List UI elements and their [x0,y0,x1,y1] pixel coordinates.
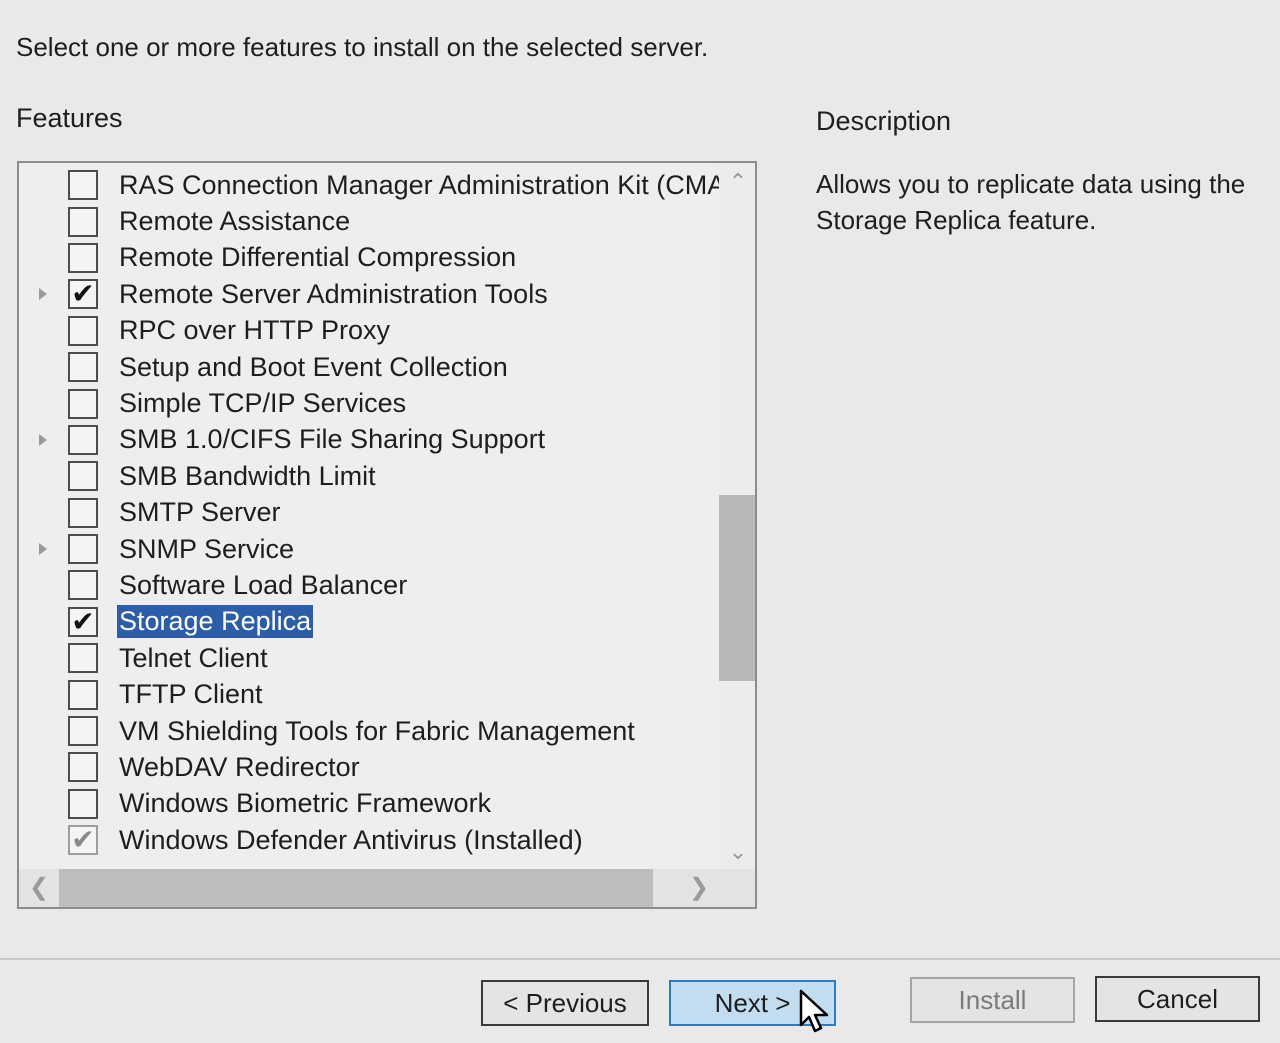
feature-checkbox[interactable] [68,788,98,819]
chevron-down-icon[interactable]: ⌄ [719,839,755,865]
feature-label[interactable]: VM Shielding Tools for Fabric Management [117,715,637,748]
horizontal-scrollbar[interactable]: ❮ ❯ [19,869,755,907]
feature-label[interactable]: Storage Replica [117,605,314,639]
mouse-pointer-icon [799,989,829,1033]
expand-triangle-icon[interactable] [39,288,47,301]
feature-label[interactable]: TFTP Client [117,678,265,711]
feature-label[interactable]: SMB 1.0/CIFS File Sharing Support [117,423,547,456]
feature-label[interactable]: Telnet Client [117,642,270,675]
feature-row[interactable]: Software Load Balancer [19,567,719,603]
feature-row[interactable]: VM Shielding Tools for Fabric Management [19,713,719,749]
feature-label[interactable]: Remote Server Administration Tools [117,278,550,311]
feature-row[interactable]: RPC over HTTP Proxy [19,313,719,349]
feature-row[interactable]: Simple TCP/IP Services [19,385,719,421]
feature-row[interactable]: SNMP Service [19,531,719,567]
feature-checkbox[interactable] [68,170,98,201]
description-text: Allows you to replicate data using the S… [816,169,1246,235]
feature-label[interactable]: WebDAV Redirector [117,751,362,784]
vertical-scrollbar[interactable]: ⌃ ⌄ [719,163,755,869]
feature-label[interactable]: Windows Biometric Framework [117,787,493,820]
feature-row[interactable]: SMTP Server [19,495,719,531]
feature-row[interactable]: SMB 1.0/CIFS File Sharing Support [19,422,719,458]
feature-checkbox[interactable] [68,242,98,273]
feature-checkbox[interactable] [68,534,98,565]
feature-row[interactable]: ✔ Storage Replica [19,604,719,640]
description-heading: Description [816,106,952,136]
chevron-up-icon[interactable]: ⌃ [719,169,755,195]
feature-row[interactable]: Setup and Boot Event Collection [19,349,719,385]
feature-checkbox[interactable]: ✔ [68,825,98,856]
feature-checkbox[interactable] [68,752,98,783]
feature-checkbox[interactable] [68,643,98,674]
features-heading: Features [16,103,123,133]
feature-checkbox[interactable] [68,206,98,237]
feature-row[interactable]: Windows Biometric Framework [19,786,719,822]
feature-checkbox[interactable] [68,716,98,747]
feature-row[interactable]: WebDAV Redirector [19,749,719,785]
feature-label[interactable]: SNMP Service [117,533,296,566]
feature-checkbox[interactable]: ✔ [68,606,98,637]
feature-label[interactable]: Simple TCP/IP Services [117,387,408,420]
feature-label[interactable]: Setup and Boot Event Collection [117,351,510,384]
feature-label[interactable]: SMB Bandwidth Limit [117,460,378,493]
feature-checkbox[interactable] [68,424,98,455]
feature-label[interactable]: Windows Defender Antivirus (Installed) [117,824,585,857]
expand-triangle-icon[interactable] [39,543,47,556]
install-button[interactable]: Install [910,977,1075,1023]
horizontal-scroll-thumb[interactable] [59,869,653,907]
vertical-scroll-thumb[interactable] [719,495,755,681]
feature-row[interactable]: RAS Connection Manager Administration Ki… [19,167,725,203]
feature-label[interactable]: SMTP Server [117,496,283,529]
features-list[interactable]: RAS Connection Manager Administration Ki… [17,161,757,909]
feature-label[interactable]: RAS Connection Manager Administration Ki… [117,169,727,202]
feature-label[interactable]: Software Load Balancer [117,569,409,602]
expand-triangle-icon[interactable] [39,433,47,446]
feature-row[interactable]: Telnet Client [19,640,719,676]
feature-row[interactable]: ✔ Windows Defender Antivirus (Installed) [19,822,719,858]
feature-row[interactable]: TFTP Client [19,676,719,712]
feature-row[interactable]: SMB Bandwidth Limit [19,458,719,494]
feature-checkbox[interactable] [68,315,98,346]
feature-checkbox[interactable] [68,388,98,419]
features-list-rows: RAS Connection Manager Administration Ki… [19,167,725,858]
footer-divider [0,958,1280,960]
chevron-left-icon[interactable]: ❮ [29,873,49,902]
feature-checkbox[interactable] [68,461,98,492]
feature-checkbox[interactable] [68,352,98,383]
feature-label[interactable]: Remote Assistance [117,205,352,238]
feature-checkbox[interactable] [68,497,98,528]
cancel-button[interactable]: Cancel [1095,976,1260,1022]
feature-label[interactable]: Remote Differential Compression [117,241,518,274]
previous-button[interactable]: < Previous [481,980,649,1026]
feature-row[interactable]: Remote Differential Compression [19,240,719,276]
instruction-text: Select one or more features to install o… [16,32,709,62]
feature-label[interactable]: RPC over HTTP Proxy [117,314,392,347]
feature-checkbox[interactable]: ✔ [68,279,98,310]
feature-checkbox[interactable] [68,570,98,601]
feature-row[interactable]: Remote Assistance [19,203,719,239]
chevron-right-icon[interactable]: ❯ [689,873,709,902]
feature-row[interactable]: ✔ Remote Server Administration Tools [19,276,719,312]
feature-checkbox[interactable] [68,679,98,710]
